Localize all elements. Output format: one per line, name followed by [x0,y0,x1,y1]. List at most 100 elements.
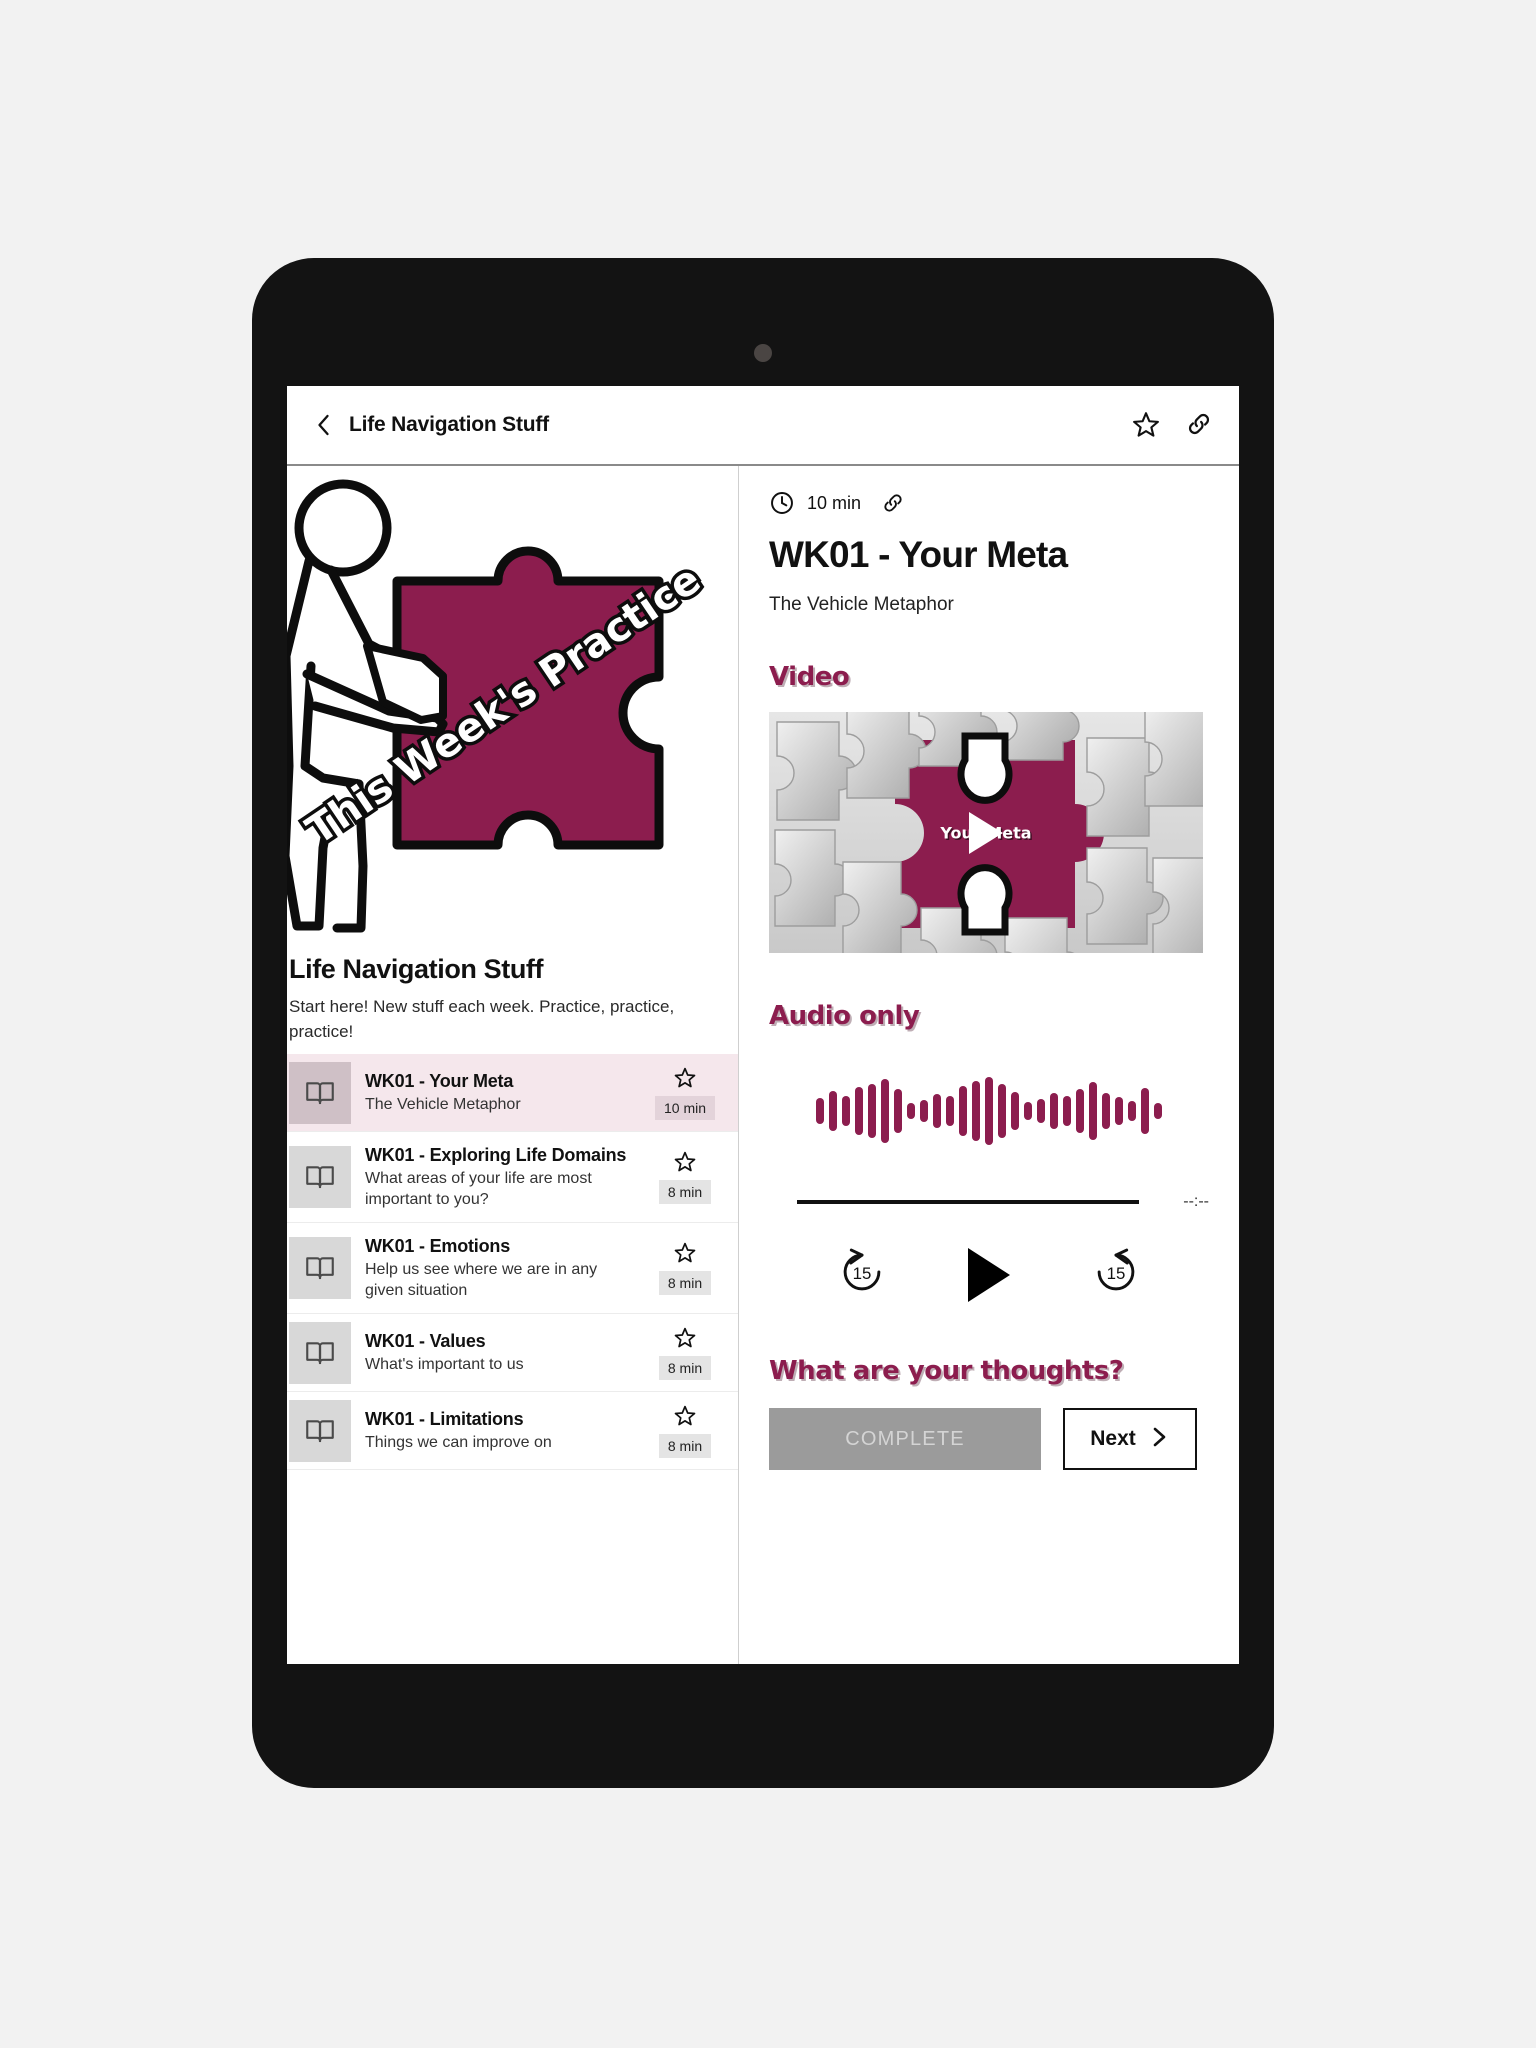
course-hero-image: This Week's Practice [287,466,738,940]
lesson-list: WK01 - Your Meta The Vehicle Metaphor 10 m… [287,1054,738,1471]
waveform-bar [1063,1096,1071,1126]
waveform-bar [855,1087,863,1135]
waveform-bar [868,1084,876,1138]
audio-waveform [769,1077,1209,1145]
book-icon [289,1146,351,1209]
star-outline-icon[interactable] [673,1150,697,1174]
next-button-label: Next [1090,1427,1136,1450]
waveform-bar [1011,1092,1019,1130]
waveform-bar [894,1089,902,1133]
link-icon[interactable] [881,491,905,515]
lesson-row-subtitle: What areas of your life are most importa… [365,1169,592,1208]
lesson-row-subtitle: Things we can improve on [365,1433,552,1451]
star-outline-icon[interactable] [673,1066,697,1090]
waveform-bar [972,1081,980,1141]
audio-time-display: --:-- [1183,1193,1209,1210]
lesson-row[interactable]: WK01 - Exploring Life Domains What areas … [287,1132,738,1224]
forward-15-icon[interactable]: 15 [1089,1245,1143,1304]
lesson-row-actions: 8 min [647,1223,723,1313]
lesson-row-title: WK01 - Limitations [365,1409,524,1430]
audio-controls: 15 15 [769,1245,1209,1304]
tablet-device-frame: Life Navigation Stuff This Week's Practi… [252,258,1274,1788]
lesson-row-actions: 8 min [647,1314,723,1391]
star-outline-icon[interactable] [673,1404,697,1428]
lesson-row[interactable]: WK01 - Limitations Things we can improve … [287,1392,738,1471]
waveform-bar [933,1094,941,1128]
app-header-actions [1131,410,1215,440]
star-outline-icon[interactable] [1131,410,1161,440]
lesson-row-text: WK01 - Values What's important to us [365,1314,647,1391]
lesson-row[interactable]: WK01 - Values What's important to us 8 min [287,1314,738,1393]
content-split: This Week's Practice Life Navigation Stu… [287,466,1239,1664]
lesson-row-actions: 8 min [647,1392,723,1469]
lesson-row-duration: 8 min [658,1180,712,1205]
waveform-bar [1050,1093,1058,1129]
rewind-15-label: 15 [852,1264,871,1283]
complete-button[interactable]: COMPLETE [769,1408,1041,1470]
lesson-row-subtitle: What's important to us [365,1355,524,1373]
course-sidebar-scroll: This Week's Practice Life Navigation Stu… [287,466,738,1471]
front-camera-dot [754,344,772,362]
lesson-row-text: WK01 - Limitations Things we can improve … [365,1392,647,1469]
tablet-screen: Life Navigation Stuff This Week's Practi… [287,386,1239,1664]
chevron-left-icon[interactable] [311,412,337,438]
play-icon[interactable] [967,1247,1010,1302]
lesson-row-actions: 10 min [647,1054,723,1131]
waveform-bar [920,1100,928,1122]
waveform-bar [1128,1101,1136,1121]
waveform-bar [829,1091,837,1131]
waveform-bar [907,1103,915,1119]
course-meta: Life Navigation Stuff Start here! New st… [287,940,738,1054]
waveform-bar [1024,1102,1032,1120]
waveform-bar [816,1098,824,1124]
lesson-meta-row: 10 min [769,490,1209,516]
waveform-bar [1076,1089,1084,1133]
waveform-bar [1141,1088,1149,1134]
lesson-row-title: WK01 - Emotions [365,1236,511,1257]
lesson-row-subtitle: Help us see where we are in any given si… [365,1260,598,1299]
lesson-row-duration: 8 min [658,1355,712,1380]
lesson-row-text: WK01 - Emotions Help us see where we are … [365,1223,647,1313]
audio-progress-row: --:-- [769,1193,1209,1211]
lesson-row[interactable]: WK01 - Your Meta The Vehicle Metaphor 10 m… [287,1054,738,1133]
course-title: Life Navigation Stuff [289,954,544,984]
course-description: Start here! New stuff each week. Practic… [289,997,675,1041]
rewind-15-icon[interactable]: 15 [835,1245,889,1304]
star-outline-icon[interactable] [673,1326,697,1350]
lesson-title: WK01 - Your Meta [769,534,1068,575]
lesson-row-subtitle: The Vehicle Metaphor [365,1095,521,1113]
chevron-right-icon [1150,1425,1170,1454]
lesson-row-title: WK01 - Your Meta [365,1071,514,1092]
next-button[interactable]: Next [1063,1408,1197,1470]
video-section-heading: Video [769,662,850,692]
waveform-bar [1102,1093,1110,1129]
clock-icon [769,490,795,516]
course-sidebar[interactable]: This Week's Practice Life Navigation Stu… [287,466,739,1664]
thoughts-section-heading: What are your thoughts? [769,1356,1124,1386]
lesson-subtitle: The Vehicle Metaphor [769,594,954,615]
waveform-bar [946,1096,954,1126]
audio-section-heading: Audio only [769,1001,920,1031]
waveform-bar [1115,1097,1123,1125]
waveform-bar [842,1096,850,1126]
lesson-row-duration: 8 min [658,1433,712,1458]
audio-progress-bar[interactable] [797,1200,1139,1204]
waveform-bar [985,1077,993,1145]
lesson-row-text: WK01 - Your Meta The Vehicle Metaphor [365,1054,647,1131]
waveform-bar [998,1084,1006,1138]
video-thumbnail[interactable]: Your Meta [769,712,1203,953]
star-outline-icon[interactable] [673,1241,697,1265]
waveform-bar [881,1079,889,1143]
book-icon [289,1237,351,1300]
lesson-detail-pane: 10 min WK01 - Your Meta The Vehicle Meta… [739,466,1239,1664]
lesson-row-title: WK01 - Values [365,1331,486,1352]
book-icon [289,1321,351,1384]
forward-15-label: 15 [1107,1264,1126,1283]
waveform-bar [1089,1082,1097,1140]
lesson-row-actions: 8 min [647,1132,723,1222]
app-header-bar: Life Navigation Stuff [287,386,1239,466]
lesson-row-title: WK01 - Exploring Life Domains [365,1145,627,1166]
link-icon[interactable] [1185,410,1215,440]
lesson-row[interactable]: WK01 - Emotions Help us see where we are … [287,1223,738,1315]
lesson-row-duration: 8 min [658,1271,712,1296]
